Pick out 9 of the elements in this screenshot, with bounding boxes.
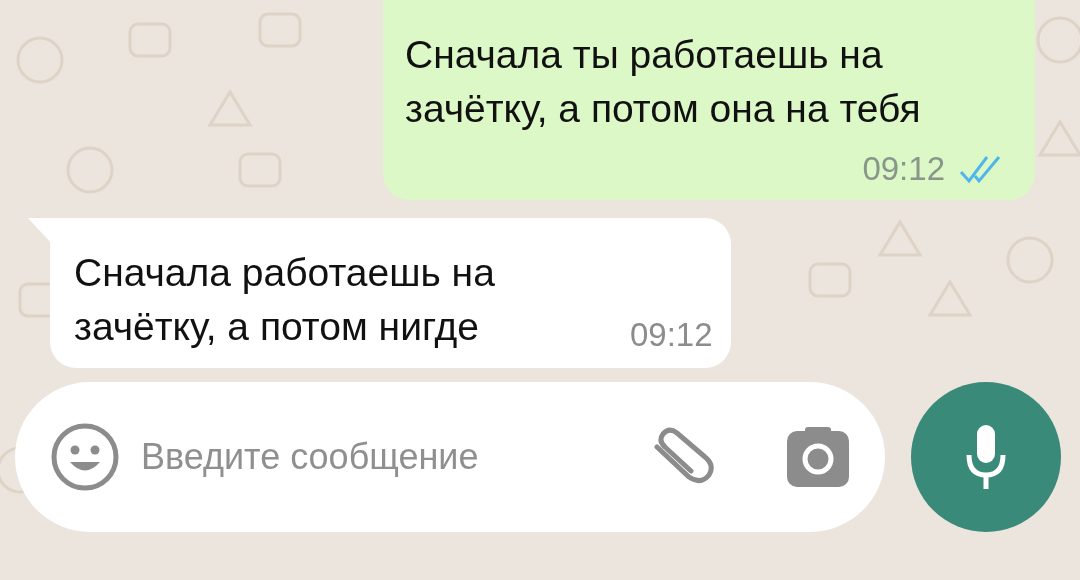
emoji-icon[interactable] <box>51 423 119 491</box>
message-time: 09:12 <box>630 316 713 354</box>
message-text: Сначала работаешь на зачётку, а потом нигде <box>74 250 496 350</box>
camera-icon[interactable] <box>787 427 849 487</box>
microphone-icon <box>966 425 1006 489</box>
message-time: 09:12 <box>862 150 945 188</box>
message-input-bar[interactable]: Введите сообщение <box>15 382 885 532</box>
message-input-field[interactable]: Введите сообщение <box>139 435 629 479</box>
message-text: Сначала ты работаешь на зачётку, а потом она на тебя <box>405 32 922 132</box>
